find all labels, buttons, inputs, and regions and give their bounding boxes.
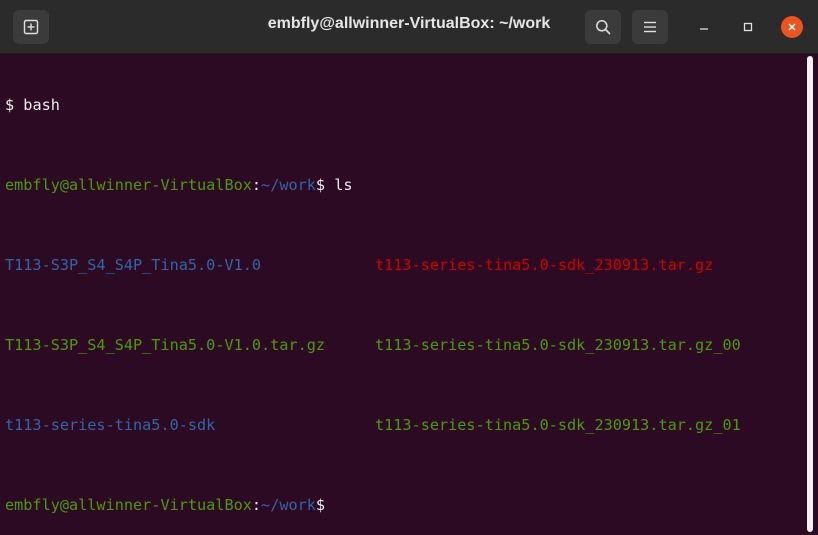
vertical-scrollbar[interactable] — [806, 56, 814, 532]
ls-output-row: t113-series-tina5.0-sdk t113-series-tina5… — [5, 415, 806, 435]
close-button[interactable] — [781, 16, 803, 38]
prompt-path: ~/work — [261, 176, 316, 194]
maximize-button[interactable] — [737, 16, 759, 38]
hamburger-menu-icon — [644, 21, 656, 33]
file-entry: t113-series-tina5.0-sdk_230913.tar.gz_00 — [375, 336, 741, 354]
ls-output-row: T113-S3P_S4_S4P_Tina5.0-V1.0 t113-series-… — [5, 255, 806, 275]
prompt-user-host: embfly@allwinner-VirtualBox — [5, 496, 252, 514]
file-entry: T113-S3P_S4_S4P_Tina5.0-V1.0.tar.gz — [5, 336, 326, 354]
prompt-separator: : — [251, 496, 262, 514]
file-entry: t113-series-tina5.0-sdk_230913.tar.gz_01 — [375, 416, 741, 434]
scrollbar-thumb[interactable] — [807, 56, 813, 532]
title-bar[interactable]: embfly@allwinner-VirtualBox: ~/work — [0, 0, 818, 54]
prompt-separator: : — [251, 176, 262, 194]
command-text: ls — [325, 176, 353, 194]
terminal-output-area[interactable]: $ bash embfly@allwinner-VirtualBox:~/wor… — [0, 54, 806, 535]
close-icon — [788, 23, 796, 31]
new-tab-button[interactable] — [13, 10, 49, 44]
prompt-user-host: embfly@allwinner-VirtualBox — [5, 176, 252, 194]
search-button[interactable] — [585, 10, 621, 44]
terminal-line-bash: $ bash — [5, 95, 806, 115]
prompt-dollar: $ — [315, 496, 326, 514]
new-tab-icon — [23, 19, 39, 35]
minimize-button[interactable] — [693, 16, 715, 38]
prompt-dollar: $ — [315, 176, 326, 194]
terminal-line-ls: embfly@allwinner-VirtualBox:~/work$ ls — [5, 175, 806, 195]
terminal-line-prompt: embfly@allwinner-VirtualBox:~/work$ — [5, 495, 806, 515]
maximize-icon — [743, 22, 753, 32]
prompt-symbol: $ — [5, 96, 15, 114]
directory-entry: T113-S3P_S4_S4P_Tina5.0-V1.0 — [5, 256, 262, 274]
archive-entry: t113-series-tina5.0-sdk_230913.tar.gz — [375, 256, 714, 274]
terminal-window: embfly@allwinner-VirtualBox: ~/work $ ba… — [0, 0, 818, 535]
ls-output-row: T113-S3P_S4_S4P_Tina5.0-V1.0.tar.gz t113-… — [5, 335, 806, 355]
search-icon — [596, 20, 611, 35]
menu-button[interactable] — [632, 10, 668, 44]
command-text: bash — [14, 96, 60, 114]
directory-entry: t113-series-tina5.0-sdk — [5, 416, 216, 434]
prompt-path: ~/work — [261, 496, 316, 514]
minimize-icon — [700, 28, 708, 30]
